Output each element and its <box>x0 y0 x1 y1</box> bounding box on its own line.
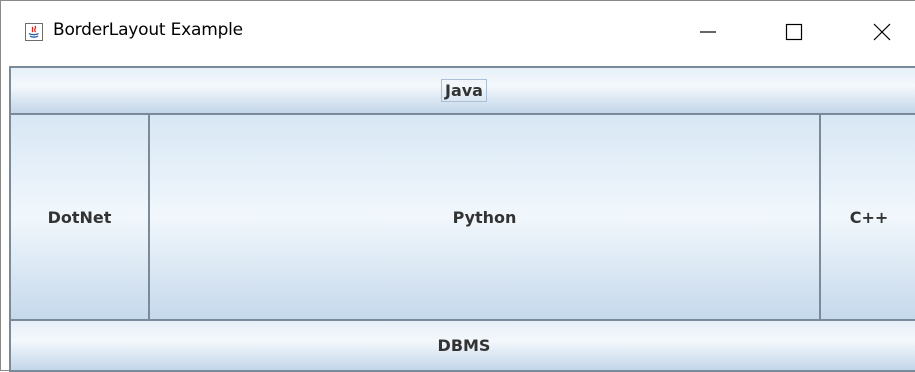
center-button-label: Python <box>452 207 517 227</box>
content-pane: Java DotNet Python C++ DBMS <box>9 66 915 372</box>
close-button[interactable] <box>851 1 913 66</box>
close-icon <box>873 23 891 45</box>
west-button-label: DotNet <box>47 207 112 227</box>
center-button-python[interactable]: Python <box>148 113 821 321</box>
minimize-icon <box>699 23 717 45</box>
java-icon[interactable] <box>25 23 43 41</box>
south-button-label: DBMS <box>437 336 491 355</box>
maximize-button[interactable] <box>763 1 825 66</box>
east-button-label: C++ <box>849 207 889 227</box>
window-title: BorderLayout Example <box>53 20 243 40</box>
west-button-dotnet[interactable]: DotNet <box>9 113 150 321</box>
north-button-java[interactable]: Java <box>9 66 915 115</box>
title-bar[interactable]: BorderLayout Example <box>1 1 915 66</box>
app-window: BorderLayout Example Java DotNet Python … <box>0 0 915 372</box>
minimize-button[interactable] <box>677 1 739 66</box>
north-button-label: Java <box>441 79 487 102</box>
south-button-dbms[interactable]: DBMS <box>9 319 915 372</box>
maximize-icon <box>785 23 803 45</box>
east-button-cpp[interactable]: C++ <box>819 113 915 321</box>
